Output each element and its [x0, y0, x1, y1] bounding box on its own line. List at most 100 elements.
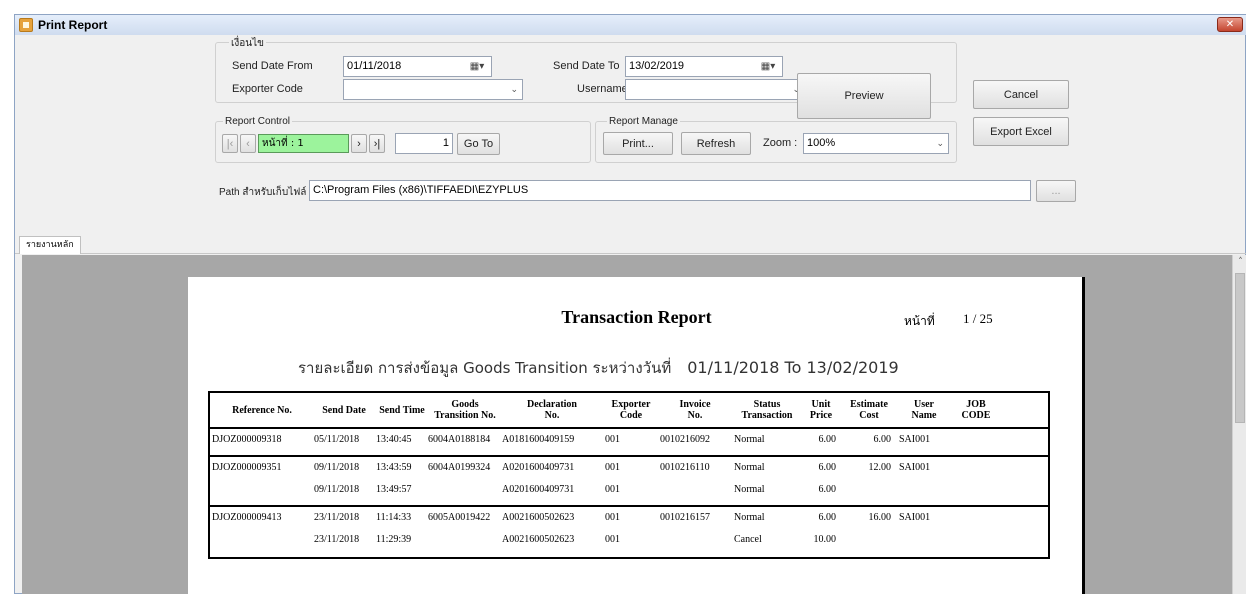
send-date-to-field[interactable]: 13/02/2019 ▦▾	[625, 56, 783, 77]
table-cell: SAI001	[899, 462, 931, 473]
username-dropdown[interactable]: ⌄	[625, 79, 805, 100]
report-subtitle: รายละเอียด การส่งข้อมูล Goods Transition…	[298, 356, 899, 380]
go-to-button[interactable]: Go To	[457, 133, 500, 155]
column-header-line1: Estimate	[850, 399, 888, 410]
filter-group-label: เงื่อนไข	[229, 36, 267, 51]
table-cell: 6005A0019422	[428, 512, 491, 523]
column-header-line1: Send Time	[379, 405, 425, 416]
send-date-from-field[interactable]: 01/11/2018 ▦▾	[343, 56, 492, 77]
username-label: Username	[577, 83, 628, 95]
browse-button[interactable]: ...	[1036, 180, 1076, 202]
calendar-icon[interactable]: ▦▾	[756, 59, 780, 74]
column-header-line1: Invoice	[679, 399, 711, 410]
path-input[interactable]: C:\Program Files (x86)\TIFFAEDI\EZYPLUS	[309, 180, 1031, 201]
prev-page-button[interactable]: ‹	[240, 134, 256, 153]
zoom-dropdown[interactable]: 100% ⌄	[803, 133, 949, 154]
goto-page-input[interactable]: 1	[395, 133, 453, 154]
table-cell: 10.00	[813, 534, 837, 545]
table-cell: 16.00	[868, 512, 892, 523]
next-page-button[interactable]: ›	[351, 134, 367, 153]
column-header: User Name	[899, 399, 949, 421]
table-cell: Normal	[734, 484, 765, 495]
table-cell: SAI001	[899, 434, 931, 445]
table-cell: A0181600409159	[502, 434, 575, 445]
current-page-display: หน้าที่ : 1	[258, 134, 349, 153]
close-button[interactable]: ✕	[1217, 17, 1243, 32]
vertical-scrollbar[interactable]: ˄	[1232, 255, 1246, 594]
print-report-window: Print Report ✕ เงื่อนไข Send Date From 0…	[14, 14, 1246, 594]
column-header-line2: CODE	[961, 410, 991, 421]
column-header: Goods Transition No.	[428, 399, 502, 421]
send-date-from-label: Send Date From	[232, 60, 313, 72]
column-header: Invoice No.	[660, 399, 730, 421]
table-cell: 6.00	[873, 434, 892, 445]
export-excel-button[interactable]: Export Excel	[973, 117, 1069, 146]
table-cell: 11:29:39	[376, 534, 412, 545]
desktop-strip	[0, 0, 1246, 14]
column-header: Declaration No.	[502, 399, 602, 421]
cancel-button[interactable]: Cancel	[973, 80, 1069, 109]
table-cell: 11:14:33	[376, 512, 412, 523]
send-date-from-value: 01/11/2018	[347, 60, 402, 72]
report-page: Transaction Report หน้าที่ 1 / 25 รายละเ…	[188, 277, 1085, 594]
chevron-down-icon[interactable]: ⌄	[510, 80, 518, 99]
report-title: Transaction Report	[561, 307, 712, 327]
column-header-line2: Name	[911, 410, 937, 421]
preview-button[interactable]: Preview	[797, 73, 931, 119]
window-title: Print Report	[38, 18, 108, 32]
table-cell: A0201600409731	[502, 462, 575, 473]
refresh-button[interactable]: Refresh	[681, 132, 751, 155]
chevron-down-icon[interactable]: ⌄	[936, 134, 944, 153]
column-header: Status Transaction	[734, 399, 800, 421]
table-cell: Normal	[734, 434, 765, 445]
column-header: Reference No.	[212, 405, 312, 416]
table-cell: 6.00	[818, 434, 837, 445]
column-header: Send Time	[376, 405, 428, 416]
column-header: Unit Price	[802, 399, 840, 421]
zoom-label: Zoom :	[763, 137, 798, 149]
column-header-line2: Price	[809, 410, 833, 421]
column-header: JOB CODE	[951, 399, 1001, 421]
print-button[interactable]: Print...	[603, 132, 673, 155]
table-cell: 001	[605, 512, 620, 523]
column-header: Estimate Cost	[843, 399, 895, 421]
first-page-button[interactable]: |‹	[222, 134, 238, 153]
scroll-thumb[interactable]	[1235, 273, 1245, 423]
column-header-line2: Transaction	[741, 410, 793, 421]
report-date-range: 01/11/2018 To 13/02/2019	[687, 358, 899, 377]
column-header-line1: Unit	[811, 399, 831, 410]
exporter-code-label: Exporter Code	[232, 83, 303, 95]
column-header-line1: Reference No.	[232, 405, 292, 416]
table-cell: A0201600409731	[502, 484, 575, 495]
table-cell: A0021600502623	[502, 512, 575, 523]
send-date-to-value: 13/02/2019	[629, 60, 685, 72]
last-page-button[interactable]: ›|	[369, 134, 385, 153]
report-subtitle-text: รายละเอียด การส่งข้อมูล Goods Transition…	[298, 359, 672, 377]
column-header: Send Date	[314, 405, 374, 416]
column-header-line1: Exporter	[611, 399, 651, 410]
table-cell: 6004A0199324	[428, 462, 491, 473]
column-header-line1: Status	[753, 399, 781, 410]
column-header-line1: JOB	[966, 399, 986, 410]
scroll-up-icon[interactable]: ˄	[1233, 255, 1246, 270]
table-cell: DJOZ000009318	[212, 434, 282, 445]
table-cell: 001	[605, 534, 620, 545]
column-header-line2: No.	[544, 410, 560, 421]
app-icon	[19, 18, 33, 32]
table-cell: 0010216110	[660, 462, 710, 473]
table-cell: 001	[605, 434, 620, 445]
column-header-line2: Transition No.	[434, 410, 496, 421]
title-bar: Print Report ✕	[15, 15, 1246, 35]
page-number-value: 1 / 25	[963, 311, 993, 326]
table-cell: 05/11/2018	[314, 434, 360, 445]
column-header: Exporter Code	[605, 399, 657, 421]
tab-main-report[interactable]: รายงานหลัก	[19, 236, 81, 254]
table-row-group: DJOZ000009318 05/11/2018 13:40:45 6004A0188…	[210, 429, 1048, 457]
calendar-icon[interactable]: ▦▾	[465, 59, 489, 74]
table-cell: Normal	[734, 462, 765, 473]
exporter-code-dropdown[interactable]: ⌄	[343, 79, 523, 100]
table-cell: 13:49:57	[376, 484, 412, 495]
send-date-to-label: Send Date To	[553, 60, 620, 72]
table-cell: Cancel	[734, 534, 762, 545]
table-row-group: DJOZ000009351 09/11/2018 13:43:59 6004A0199…	[210, 457, 1048, 507]
